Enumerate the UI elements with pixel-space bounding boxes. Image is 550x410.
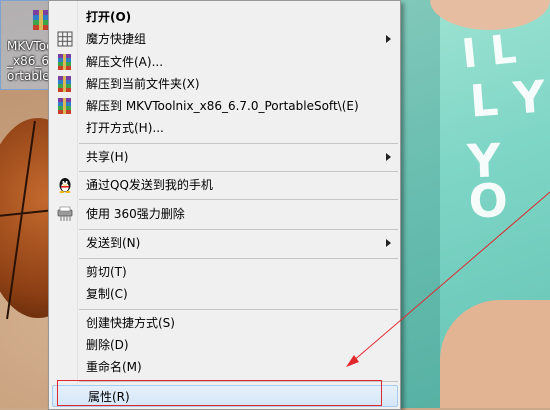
annotation-arrow-icon bbox=[346, 191, 550, 367]
